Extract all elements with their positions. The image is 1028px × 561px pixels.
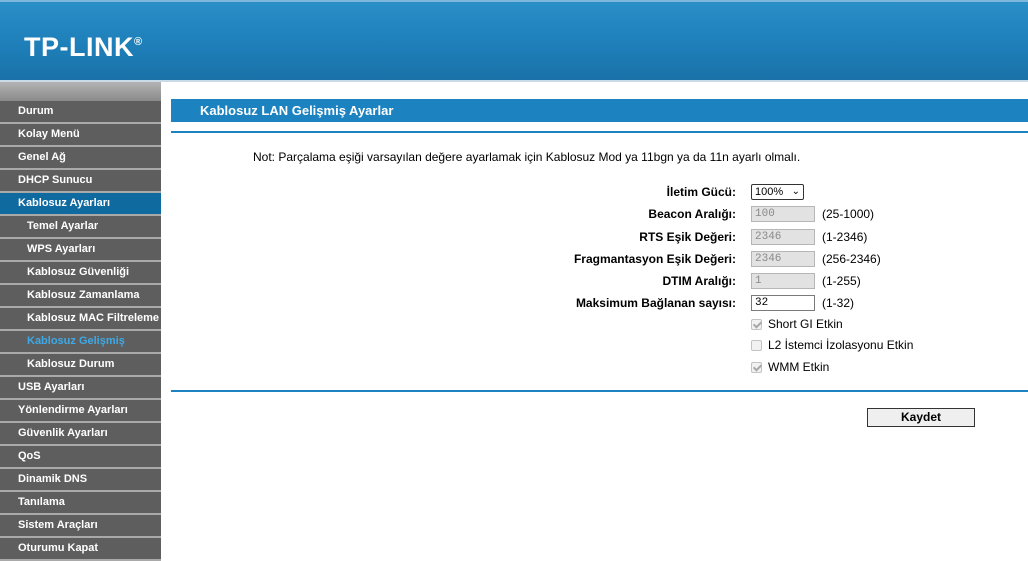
- title-divider: [171, 131, 1028, 133]
- form-divider: [171, 390, 1028, 392]
- sidebar-menu: Durum Kolay Menü Genel Ağ DHCP Sunucu Ka…: [0, 82, 161, 561]
- tp-link-logo: TP-LINK®: [24, 32, 143, 62]
- sidebar-item-qos[interactable]: QoS: [0, 446, 161, 469]
- header-banner: TP-LINK®: [0, 0, 1028, 80]
- sidebar-item-wps-ayarlari[interactable]: WPS Ayarları: [0, 239, 161, 262]
- fragment-label: Fragmantasyon Eşik Değeri:: [573, 252, 736, 266]
- sidebar-item-guvenlik-ayarlari[interactable]: Güvenlik Ayarları: [0, 423, 161, 446]
- sidebar-item-yonlendirme-ayarlari[interactable]: Yönlendirme Ayarları: [0, 400, 161, 423]
- max-clients-input[interactable]: 32: [751, 295, 815, 311]
- sidebar-item-kablosuz-gelismis[interactable]: Kablosuz Gelişmiş: [0, 331, 161, 354]
- short-gi-label: Short GI Etkin: [768, 317, 843, 331]
- sidebar-item-kablosuz-zamanlama[interactable]: Kablosuz Zamanlama: [0, 285, 161, 308]
- sidebar-item-kablosuz-durum[interactable]: Kablosuz Durum: [0, 354, 161, 377]
- rts-range: (1-2346): [822, 230, 868, 244]
- sidebar-item-dhcp-sunucu[interactable]: DHCP Sunucu: [0, 170, 161, 193]
- l2-isolation-checkbox[interactable]: [751, 340, 762, 351]
- wmm-checkbox[interactable]: [751, 362, 762, 373]
- sidebar-top-spacer: [0, 82, 161, 101]
- max-clients-row: Maksimum Bağlanan sayısı: 32 (1-32): [171, 294, 1028, 314]
- sidebar-item-kolay-menu[interactable]: Kolay Menü: [0, 124, 161, 147]
- sidebar-item-kablosuz-mac-filtreleme[interactable]: Kablosuz MAC Filtreleme: [0, 308, 161, 331]
- beacon-row: Beacon Aralığı: 100 (25-1000): [171, 205, 1028, 225]
- chevron-down-icon: ⌄: [791, 186, 800, 197]
- sidebar-item-sistem-araclari[interactable]: Sistem Araçları: [0, 515, 161, 538]
- main-content: Kablosuz LAN Gelişmiş Ayarlar Not: Parça…: [171, 82, 1028, 561]
- max-clients-range: (1-32): [822, 296, 855, 310]
- transmit-power-select[interactable]: 100% ⌄: [751, 184, 804, 200]
- beacon-input[interactable]: 100: [751, 206, 815, 222]
- save-button[interactable]: Kaydet: [867, 408, 975, 427]
- sidebar-item-dinamik-dns[interactable]: Dinamik DNS: [0, 469, 161, 492]
- rts-row: RTS Eşik Değeri: 2346 (1-2346): [171, 228, 1028, 248]
- transmit-power-value: 100%: [755, 186, 784, 198]
- beacon-range: (25-1000): [822, 207, 875, 221]
- dtim-row: DTIM Aralığı: 1 (1-255): [171, 272, 1028, 292]
- sidebar-item-durum[interactable]: Durum: [0, 101, 161, 124]
- fragment-row: Fragmantasyon Eşik Değeri: 2346 (256-234…: [171, 250, 1028, 270]
- fragment-range: (256-2346): [822, 252, 881, 266]
- sidebar-item-kablosuz-ayarlari[interactable]: Kablosuz Ayarları: [0, 193, 161, 216]
- rts-input[interactable]: 2346: [751, 229, 815, 245]
- sidebar-item-oturumu-kapat[interactable]: Oturumu Kapat: [0, 538, 161, 561]
- dtim-range: (1-255): [822, 274, 861, 288]
- max-clients-label: Maksimum Bağlanan sayısı:: [575, 296, 736, 310]
- wmm-label: WMM Etkin: [768, 360, 830, 374]
- note-text: Not: Parçalama eşiği varsayılan değere a…: [253, 150, 801, 164]
- sidebar-item-usb-ayarlari[interactable]: USB Ayarları: [0, 377, 161, 400]
- l2-isolation-label: L2 İstemci İzolasyonu Etkin: [768, 338, 914, 352]
- sidebar-item-tanilama[interactable]: Tanılama: [0, 492, 161, 515]
- beacon-label: Beacon Aralığı:: [648, 207, 736, 221]
- transmit-power-label: İletim Gücü:: [666, 185, 736, 199]
- dtim-label: DTIM Aralığı:: [662, 274, 736, 288]
- transmit-power-row: İletim Gücü: 100% ⌄: [171, 183, 1028, 203]
- page-title: Kablosuz LAN Gelişmiş Ayarlar: [171, 99, 1028, 122]
- short-gi-checkbox[interactable]: [751, 319, 762, 330]
- fragment-input[interactable]: 2346: [751, 251, 815, 267]
- rts-label: RTS Eşik Değeri:: [639, 230, 736, 244]
- dtim-input[interactable]: 1: [751, 273, 815, 289]
- sidebar-item-kablosuz-guvenligi[interactable]: Kablosuz Güvenliği: [0, 262, 161, 285]
- sidebar-item-genel-ag[interactable]: Genel Ağ: [0, 147, 161, 170]
- sidebar-item-temel-ayarlar[interactable]: Temel Ayarlar: [0, 216, 161, 239]
